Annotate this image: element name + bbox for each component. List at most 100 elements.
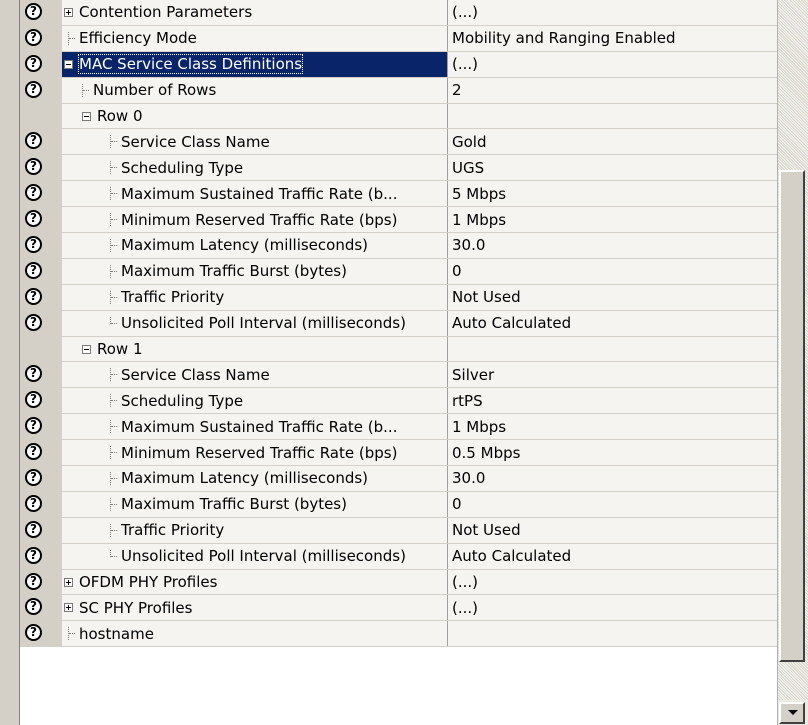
property-row-efficiency-mode[interactable]: ? Efficiency Mode Mobility and Ranging Ena…: [20, 25, 777, 52]
help-icon[interactable]: ?: [25, 572, 42, 590]
scroll-down-arrow-icon[interactable]: [779, 702, 805, 724]
category-row-contention-parameters[interactable]: ? Contention Parameters (...): [20, 0, 777, 26]
category-row-ofdm-phy-profiles[interactable]: ? OFDM PHY Profiles (...): [20, 569, 777, 596]
collapse-minus-icon[interactable]: [82, 111, 91, 121]
help-icon[interactable]: ?: [25, 158, 42, 176]
property-row-maximum-latency-milliseconds[interactable]: ? Maximum Latency (milliseconds) 30.0: [20, 466, 777, 492]
vertical-scrollbar[interactable]: [777, 0, 808, 725]
property-value-cell[interactable]: UGS: [448, 155, 777, 181]
property-value-cell[interactable]: [448, 621, 777, 647]
property-value-cell[interactable]: Gold: [448, 129, 777, 155]
property-row-maximum-sustained-traffic-rate-b[interactable]: ? Maximum Sustained Traffic Rate (b... 5 M…: [20, 181, 777, 208]
property-value-cell[interactable]: [448, 336, 777, 362]
property-value-cell[interactable]: (...): [448, 0, 777, 25]
property-name-cell[interactable]: Contention Parameters: [62, 0, 448, 25]
property-name-cell[interactable]: Unsolicited Poll Interval (milliseconds): [62, 310, 448, 336]
help-icon[interactable]: ?: [25, 313, 42, 331]
help-icon[interactable]: ?: [25, 184, 42, 202]
property-value-cell[interactable]: 0: [448, 491, 777, 517]
property-name-cell[interactable]: Maximum Traffic Burst (bytes): [62, 491, 448, 517]
property-name-cell[interactable]: Scheduling Type: [62, 155, 448, 181]
property-name-cell[interactable]: Traffic Priority: [62, 284, 448, 310]
help-icon[interactable]: ?: [25, 80, 42, 98]
property-name-cell[interactable]: Row 1: [62, 336, 448, 362]
help-icon[interactable]: ?: [25, 624, 42, 642]
collapse-minus-icon[interactable]: [82, 344, 91, 354]
property-name-cell[interactable]: Minimum Reserved Traffic Rate (bps): [62, 440, 448, 466]
property-value-cell[interactable]: rtPS: [448, 388, 777, 414]
property-row-traffic-priority[interactable]: ? Traffic Priority Not Used: [20, 517, 777, 544]
property-name-cell[interactable]: Unsolicited Poll Interval (milliseconds): [62, 543, 448, 569]
property-value-cell[interactable]: Mobility and Ranging Enabled: [448, 25, 777, 51]
property-row-minimum-reserved-traffic-rate-bps[interactable]: ? Minimum Reserved Traffic Rate (bps) 0.5 …: [20, 440, 777, 467]
category-row-mac-service-class-definitions[interactable]: ? MAC Service Class Definitions (...): [20, 51, 777, 78]
help-icon[interactable]: ?: [25, 546, 42, 564]
property-name-cell[interactable]: Service Class Name: [62, 129, 448, 155]
property-name-cell[interactable]: Row 0: [62, 103, 448, 129]
property-value-cell[interactable]: [448, 103, 777, 129]
property-value-cell[interactable]: 0: [448, 258, 777, 284]
property-row-scheduling-type[interactable]: ? Scheduling Type UGS: [20, 155, 777, 182]
property-row-service-class-name[interactable]: ? Service Class Name Silver: [20, 362, 777, 389]
property-name-cell[interactable]: Maximum Latency (milliseconds): [62, 466, 448, 491]
property-value-cell[interactable]: Silver: [448, 362, 777, 388]
help-icon[interactable]: ?: [25, 469, 42, 487]
property-name-cell[interactable]: Maximum Traffic Burst (bytes): [62, 258, 448, 284]
property-value-cell[interactable]: 0.5 Mbps: [448, 440, 777, 466]
property-name-cell[interactable]: Traffic Priority: [62, 517, 448, 543]
property-value-cell[interactable]: Auto Calculated: [448, 543, 777, 569]
property-name-cell[interactable]: Maximum Sustained Traffic Rate (b...: [62, 181, 448, 207]
help-icon[interactable]: ?: [25, 443, 42, 461]
property-value-cell[interactable]: 1 Mbps: [448, 414, 777, 440]
property-value-cell[interactable]: 1 Mbps: [448, 207, 777, 233]
help-icon[interactable]: ?: [25, 391, 42, 409]
property-name-cell[interactable]: MAC Service Class Definitions: [62, 51, 448, 77]
property-row-maximum-sustained-traffic-rate-b[interactable]: ? Maximum Sustained Traffic Rate (b... 1 M…: [20, 414, 777, 441]
help-icon[interactable]: ?: [25, 28, 42, 46]
help-icon[interactable]: ?: [25, 520, 42, 538]
property-value-cell[interactable]: 5 Mbps: [448, 181, 777, 207]
help-icon[interactable]: ?: [25, 210, 42, 228]
property-row-maximum-traffic-burst-bytes[interactable]: ? Maximum Traffic Burst (bytes) 0: [20, 491, 777, 518]
help-icon[interactable]: ?: [25, 494, 42, 512]
expand-plus-icon[interactable]: [64, 7, 73, 17]
property-row-number-of-rows[interactable]: ? Number of Rows 2: [20, 77, 777, 104]
property-value-cell[interactable]: (...): [448, 569, 777, 595]
category-row-sc-phy-profiles[interactable]: ? SC PHY Profiles (...): [20, 595, 777, 622]
property-row-traffic-priority[interactable]: ? Traffic Priority Not Used: [20, 284, 777, 311]
property-name-cell[interactable]: Scheduling Type: [62, 388, 448, 414]
category-row-row-0[interactable]: Row 0: [20, 103, 777, 130]
expand-plus-icon[interactable]: [64, 603, 73, 613]
property-value-cell[interactable]: 2: [448, 77, 777, 103]
property-value-cell[interactable]: (...): [448, 51, 777, 77]
property-name-cell[interactable]: Maximum Latency (milliseconds): [62, 233, 448, 258]
property-name-cell[interactable]: Number of Rows: [62, 77, 448, 103]
help-icon[interactable]: ?: [25, 417, 42, 435]
property-name-cell[interactable]: Efficiency Mode: [62, 25, 448, 51]
property-name-cell[interactable]: OFDM PHY Profiles: [62, 569, 448, 595]
property-value-cell[interactable]: 30.0: [448, 466, 777, 491]
property-row-maximum-latency-milliseconds[interactable]: ? Maximum Latency (milliseconds) 30.0: [20, 233, 777, 259]
property-row-scheduling-type[interactable]: ? Scheduling Type rtPS: [20, 388, 777, 415]
property-row-unsolicited-poll-interval-milliseconds[interactable]: ? Unsolicited Poll Interval (milliseconds…: [20, 543, 777, 570]
property-row-service-class-name[interactable]: ? Service Class Name Gold: [20, 129, 777, 156]
property-row-minimum-reserved-traffic-rate-bps[interactable]: ? Minimum Reserved Traffic Rate (bps) 1 Mb…: [20, 207, 777, 234]
property-name-cell[interactable]: Service Class Name: [62, 362, 448, 388]
property-name-cell[interactable]: SC PHY Profiles: [62, 595, 448, 621]
help-icon[interactable]: ?: [25, 236, 42, 254]
category-row-row-1[interactable]: Row 1: [20, 336, 777, 363]
help-icon[interactable]: ?: [25, 365, 42, 383]
help-icon[interactable]: ?: [25, 598, 42, 616]
help-icon[interactable]: ?: [25, 261, 42, 279]
help-icon[interactable]: ?: [25, 3, 42, 20]
property-name-cell[interactable]: Maximum Sustained Traffic Rate (b...: [62, 414, 448, 440]
expand-plus-icon[interactable]: [64, 577, 73, 587]
property-row-hostname[interactable]: ? hostname: [20, 621, 777, 648]
property-value-cell[interactable]: (...): [448, 595, 777, 621]
property-row-unsolicited-poll-interval-milliseconds[interactable]: ? Unsolicited Poll Interval (milliseconds…: [20, 310, 777, 337]
help-icon[interactable]: ?: [25, 54, 42, 72]
property-value-cell[interactable]: Auto Calculated: [448, 310, 777, 336]
property-row-maximum-traffic-burst-bytes[interactable]: ? Maximum Traffic Burst (bytes) 0: [20, 258, 777, 285]
collapse-minus-icon[interactable]: [64, 59, 73, 69]
help-icon[interactable]: ?: [25, 287, 42, 305]
